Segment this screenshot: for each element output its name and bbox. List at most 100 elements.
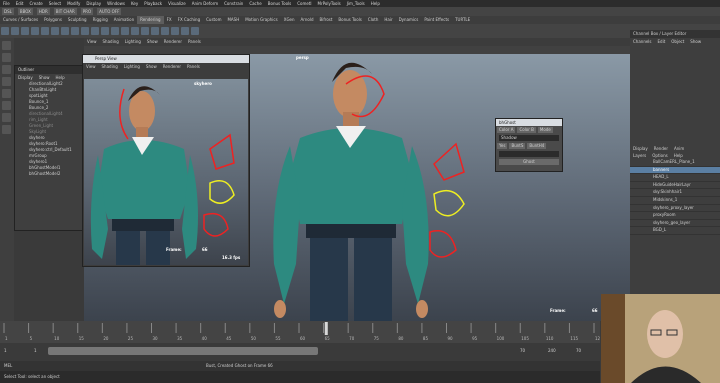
layout-icon[interactable] xyxy=(2,113,11,122)
shelf-tab[interactable]: FX xyxy=(164,16,175,24)
shelf-icon[interactable] xyxy=(41,27,49,35)
layer-row[interactable]: BGD_L xyxy=(630,227,720,235)
shelf-tab[interactable]: Rigging xyxy=(90,16,111,24)
range-inner-start[interactable]: 1 xyxy=(34,348,37,353)
layer-row[interactable]: banners xyxy=(630,166,720,175)
menu-item-cache[interactable]: Cache xyxy=(249,0,261,7)
menu-item-create[interactable]: Create xyxy=(29,0,42,7)
shelf-icon[interactable] xyxy=(151,27,159,35)
shelf-icon[interactable] xyxy=(51,27,59,35)
shadow-toggle[interactable]: Shadow xyxy=(499,135,559,141)
menu-item-help[interactable]: Help xyxy=(371,0,380,7)
viewport-menu-item[interactable]: View xyxy=(87,38,97,46)
status-line-button[interactable]: BBOX xyxy=(17,8,33,15)
status-line-button[interactable]: AUTO OFF xyxy=(97,8,122,15)
outliner-window[interactable]: Outliner Display Show Help directionalLigh… xyxy=(14,65,86,231)
outliner-menu-item[interactable]: Help xyxy=(56,75,65,80)
persp-menu-item[interactable]: Shading xyxy=(102,64,118,69)
layer-tab[interactable]: Render xyxy=(654,145,668,152)
range-bar[interactable] xyxy=(48,347,318,355)
viewport-menu-item[interactable]: Panels xyxy=(188,38,201,46)
layer-menu-item[interactable]: Help xyxy=(674,152,683,159)
status-line-button[interactable]: BIT CHAR xyxy=(53,8,77,15)
status-line-button[interactable]: PRO xyxy=(80,8,94,15)
channel-box-menu-item[interactable]: Object xyxy=(671,39,684,44)
persp-menu-item[interactable]: Renderer xyxy=(163,64,181,69)
select-tool-icon[interactable] xyxy=(2,41,11,50)
status-line-button[interactable]: DSL xyxy=(2,8,14,15)
shelf-tab[interactable]: Arnold xyxy=(298,16,317,24)
channel-box-menu-item[interactable]: Channels xyxy=(633,39,652,44)
menu-item-jim_tools[interactable]: Jim_Tools xyxy=(347,0,365,7)
shelf-tab[interactable]: Hair xyxy=(381,16,395,24)
ghost-tab[interactable]: Color A xyxy=(497,127,516,133)
menu-item-playback[interactable]: Playback xyxy=(144,0,162,7)
menu-item-edit[interactable]: Edit xyxy=(16,0,24,7)
outliner-menu-item[interactable]: Display xyxy=(18,75,33,80)
shelf-tab[interactable]: Custom xyxy=(203,16,224,24)
layer-row[interactable]: proxyRoom xyxy=(630,212,720,220)
layout-icon[interactable] xyxy=(2,125,11,134)
shelf-icon[interactable] xyxy=(161,27,169,35)
anim-end[interactable]: 70 xyxy=(576,348,581,353)
shelf-tab[interactable]: FX Caching xyxy=(175,16,203,24)
outliner-item[interactable]: bhGhostModel2 xyxy=(15,171,85,177)
persp-view-window[interactable]: Persp View View Shading Lighting Show Render… xyxy=(82,54,250,267)
persp-menu-item[interactable]: View xyxy=(86,64,96,69)
rotate-tool-icon[interactable] xyxy=(2,89,11,98)
shelf-icon[interactable] xyxy=(31,27,39,35)
move-tool-icon[interactable] xyxy=(2,77,11,86)
shelf-icon[interactable] xyxy=(171,27,179,35)
command-line[interactable]: MEL Bust, Created Ghost on Frame 66 xyxy=(0,361,600,371)
shelf-tab[interactable]: Rendering xyxy=(137,16,164,24)
range-start[interactable]: 1 xyxy=(4,348,7,353)
menu-item-select[interactable]: Select xyxy=(49,0,61,7)
shelf-tab[interactable]: Cloth xyxy=(365,16,381,24)
menu-item-windows[interactable]: Windows xyxy=(107,0,125,7)
layer-tab[interactable]: Display xyxy=(633,145,648,152)
range-inner-end[interactable]: 70 xyxy=(520,348,525,353)
shelf-icon[interactable] xyxy=(11,27,19,35)
channel-box-menu-item[interactable]: Show xyxy=(690,39,701,44)
shelf-icon[interactable] xyxy=(141,27,149,35)
menu-item-cometl[interactable]: Cometl xyxy=(297,0,311,7)
shelf-icon[interactable] xyxy=(131,27,139,35)
range-end[interactable]: 240 xyxy=(548,348,556,353)
viewport-menu-item[interactable]: Show xyxy=(147,38,158,46)
layer-menu-item[interactable]: Layers xyxy=(633,152,646,159)
menu-item-key[interactable]: Key xyxy=(131,0,138,7)
layer-row[interactable]: HideGuideHairLayr xyxy=(630,182,720,190)
menu-item-file[interactable]: File xyxy=(3,0,10,7)
viewport-menu-item[interactable]: Lighting xyxy=(125,38,141,46)
range-slider[interactable]: 1 1 70 240 70 xyxy=(0,343,600,361)
persp-menu-item[interactable]: Panels xyxy=(187,64,200,69)
shelf-icon[interactable] xyxy=(121,27,129,35)
shelf-tab[interactable]: Curves / Surfaces xyxy=(0,16,41,24)
layer-row[interactable]: BallCamERL_Plane_1 xyxy=(630,159,720,167)
outliner-menu-item[interactable]: Show xyxy=(39,75,50,80)
lasso-tool-icon[interactable] xyxy=(2,53,11,62)
time-slider[interactable]: 1 5 10 15 20 25 30 35 40 45 50 55 60 65 70 75 80 85 90 95 10… xyxy=(0,321,603,343)
shelf-tab[interactable]: Bonus Tools xyxy=(335,16,364,24)
persp-menu-item[interactable]: Show xyxy=(146,64,157,69)
shelf-tab[interactable]: Animation xyxy=(111,16,137,24)
scale-tool-icon[interactable] xyxy=(2,101,11,110)
ghost-option-button[interactable]: BuntH4 xyxy=(527,143,547,149)
shelf-icon[interactable] xyxy=(1,27,9,35)
shelf-tab[interactable]: Paint Effects xyxy=(421,16,452,24)
menu-item-display[interactable]: Display xyxy=(86,0,101,7)
shelf-icon[interactable] xyxy=(91,27,99,35)
ghost-option-button[interactable]: BuntS xyxy=(509,143,526,149)
persp-view-scene[interactable]: skyhero Frame: 66 16.3 fps xyxy=(84,79,248,265)
shelf-tab[interactable]: Motion Graphics xyxy=(242,16,281,24)
layer-row[interactable]: Midskinns_1 xyxy=(630,197,720,205)
current-frame-marker[interactable] xyxy=(324,322,328,335)
ghost-tab[interactable]: Color B xyxy=(517,127,536,133)
shelf-icon[interactable] xyxy=(71,27,79,35)
menu-item-visualize[interactable]: Visualize xyxy=(168,0,186,7)
layer-row[interactable]: skyhero_proxy_layer xyxy=(630,205,720,213)
shelf-tab[interactable]: Sculpting xyxy=(65,16,90,24)
shelf-icon[interactable] xyxy=(61,27,69,35)
menu-item-mrpolytools[interactable]: MrPolyTools xyxy=(318,0,341,7)
ghost-tool-panel[interactable]: bhGhost Color A Color B Mode Shadow Yes Bun… xyxy=(495,118,563,172)
